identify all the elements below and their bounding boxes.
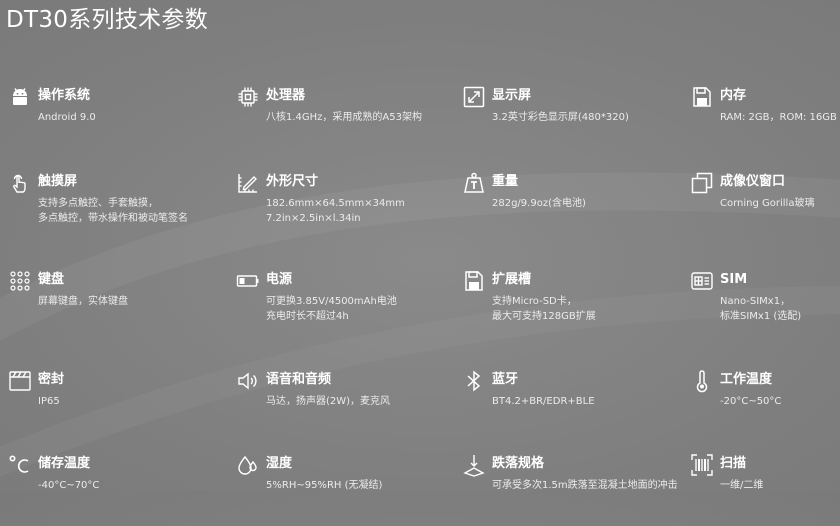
spec-humidity: 湿度 5%RH~95%RH (无凝结) — [236, 453, 436, 526]
spec-title: 重量 — [492, 174, 519, 189]
spec-scanning: 扫描 一维/二维 — [690, 453, 840, 526]
spec-sealing: 密封 IP65 — [8, 369, 208, 442]
weight-icon — [462, 171, 486, 195]
thermometer-icon — [690, 369, 714, 393]
spec-title: 外形尺寸 — [266, 174, 319, 189]
celsius-icon — [8, 453, 32, 477]
spec-title: 湿度 — [266, 456, 293, 471]
processor-icon — [236, 85, 260, 109]
spec-sim: SIM Nano-SIMx1， 标准SIMx1 (选配) — [690, 272, 840, 342]
sd-card-icon — [462, 269, 486, 293]
spec-title: 处理器 — [266, 88, 306, 103]
spec-memory: 内存 RAM: 2GB，ROM: 16GB — [690, 85, 840, 158]
dimensions-icon — [236, 171, 260, 195]
speaker-icon — [236, 369, 260, 393]
spec-desc: 可更换3.85V/4500mAh电池 充电时长不超过4h — [266, 296, 397, 322]
spec-title: 蓝牙 — [492, 372, 519, 387]
spec-imager-window: 成像仪窗口 Corning Gorilla玻璃 — [690, 171, 840, 244]
spec-expansion-slot: 扩展槽 支持Micro-SD卡， 最大可支持128GB扩展 — [462, 269, 662, 342]
spec-operating-temperature: 工作温度 -20°C~50°C — [690, 369, 840, 442]
spec-desc: 屏幕键盘，实体键盘 — [38, 296, 128, 307]
spec-title: 电源 — [266, 272, 293, 287]
spec-title: 内存 — [720, 88, 747, 103]
spec-power: 电源 可更换3.85V/4500mAh电池 充电时长不超过4h — [236, 272, 436, 342]
sim-icon — [690, 269, 714, 293]
spec-os: 操作系统 Android 9.0 — [8, 88, 208, 158]
spec-display: 显示屏 3.2英寸彩色显示屏(480*320) — [462, 85, 662, 158]
spec-desc: 支持多点触控、手套触摸， 多点触控，带水操作和被动笔签名 — [38, 198, 188, 224]
spec-drop-test: 跌落规格 可承受多次1.5m跌落至混凝土地面的冲击 — [462, 453, 678, 526]
spec-dimensions: 外形尺寸 182.6mm×64.5mm×34mm 7.2in×2.5in×l.3… — [236, 174, 436, 244]
seal-icon — [8, 369, 32, 393]
spec-desc: BT4.2+BR/EDR+BLE — [492, 396, 595, 407]
spec-title: SIM — [720, 272, 748, 287]
page-title: DT30系列技术参数 — [6, 7, 209, 33]
spec-audio: 语音和音频 马达，扬声器(2W)，麦克风 — [236, 372, 436, 442]
spec-desc: RAM: 2GB，ROM: 16GB — [720, 112, 837, 123]
spec-desc: IP65 — [38, 396, 60, 407]
spec-title: 扫描 — [720, 456, 747, 471]
spec-title: 扩展槽 — [492, 272, 532, 287]
display-icon — [462, 85, 486, 109]
spec-title: 操作系统 — [38, 88, 91, 103]
spec-title: 工作温度 — [720, 372, 773, 387]
android-icon — [8, 85, 32, 109]
spec-desc: 支持Micro-SD卡， 最大可支持128GB扩展 — [492, 296, 596, 322]
spec-keypad: 键盘 屏幕键盘，实体键盘 — [8, 269, 208, 342]
keypad-icon — [8, 269, 32, 293]
battery-icon — [236, 269, 260, 293]
spec-title: 显示屏 — [492, 88, 532, 103]
window-icon — [690, 171, 714, 195]
drop-test-icon — [462, 453, 486, 477]
spec-title: 语音和音频 — [266, 372, 332, 387]
spec-desc: 3.2英寸彩色显示屏(480*320) — [492, 112, 629, 123]
spec-desc: 182.6mm×64.5mm×34mm 7.2in×2.5in×l.34in — [266, 198, 405, 224]
spec-title: 跌落规格 — [492, 456, 545, 471]
spec-desc: 282g/9.9oz(含电池) — [492, 198, 586, 209]
spec-processor: 处理器 八核1.4GHz，采用成熟的A53架构 — [236, 85, 436, 158]
spec-title: 储存温度 — [38, 456, 91, 471]
spec-desc: 八核1.4GHz，采用成熟的A53架构 — [266, 112, 422, 123]
touch-icon — [8, 171, 32, 195]
spec-title: 键盘 — [38, 272, 65, 287]
spec-title: 密封 — [38, 372, 65, 387]
spec-title: 成像仪窗口 — [720, 174, 786, 189]
spec-desc: -20°C~50°C — [720, 396, 782, 407]
barcode-scan-icon — [690, 453, 714, 477]
humidity-icon — [236, 453, 260, 477]
spec-storage-temperature: 储存温度 -40°C~70°C — [8, 453, 208, 526]
spec-desc: 马达，扬声器(2W)，麦克风 — [266, 396, 391, 407]
spec-desc: Android 9.0 — [38, 112, 96, 123]
spec-title: 触摸屏 — [38, 174, 78, 189]
memory-icon — [690, 85, 714, 109]
spec-weight: 重量 282g/9.9oz(含电池) — [462, 171, 662, 244]
spec-touchscreen: 触摸屏 支持多点触控、手套触摸， 多点触控，带水操作和被动笔签名 — [8, 174, 208, 244]
spec-desc: Nano-SIMx1， 标准SIMx1 (选配) — [720, 296, 802, 322]
spec-desc: Corning Gorilla玻璃 — [720, 198, 815, 209]
bluetooth-icon — [462, 369, 486, 393]
spec-bluetooth: 蓝牙 BT4.2+BR/EDR+BLE — [462, 369, 662, 442]
